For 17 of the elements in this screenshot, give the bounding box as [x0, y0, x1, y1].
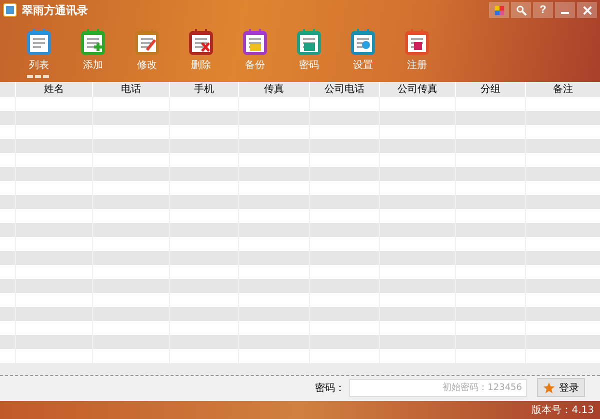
password-field[interactable]: 初始密码：123456: [349, 378, 527, 396]
version-label: 版本号：4.13: [532, 404, 594, 417]
star-icon: [543, 382, 555, 394]
minimize-button[interactable]: [555, 2, 575, 18]
toolbar-button[interactable]: 注册: [390, 20, 444, 78]
search-button[interactable]: [511, 2, 531, 18]
window-title: 翠雨方通讯录: [22, 2, 88, 18]
toolbar-button[interactable]: 列表: [12, 20, 66, 78]
close-button[interactable]: [577, 2, 597, 18]
color-squares-icon: [494, 4, 504, 16]
app-icon: [3, 3, 17, 17]
theme-button[interactable]: [489, 2, 509, 18]
close-icon: [582, 4, 592, 16]
minimize-icon: [561, 12, 569, 14]
login-button[interactable]: 登录: [537, 378, 585, 397]
search-icon: [516, 4, 526, 16]
password-label: 密码：: [315, 382, 345, 394]
